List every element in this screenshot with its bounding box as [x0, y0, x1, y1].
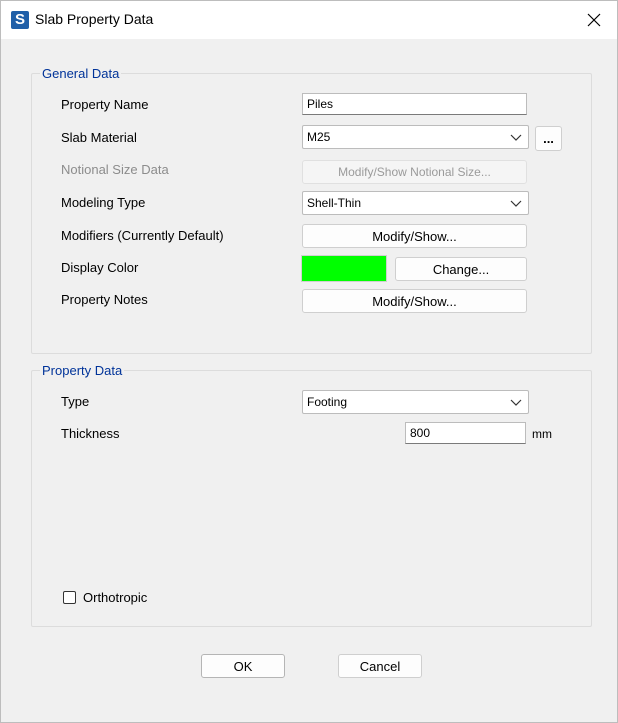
- notional-size-button[interactable]: Modify/Show Notional Size...: [302, 160, 527, 184]
- material-ellipsis-button[interactable]: ...: [535, 126, 562, 151]
- title-bar: S Slab Property Data: [1, 1, 617, 39]
- modifiers-label: Modifiers (Currently Default): [61, 228, 224, 243]
- notional-size-button-label: Modify/Show Notional Size...: [338, 165, 491, 179]
- window-title: Slab Property Data: [35, 11, 154, 27]
- orthotropic-checkbox[interactable]: [63, 591, 76, 604]
- thickness-input[interactable]: [405, 422, 526, 444]
- chevron-down-icon: [510, 134, 522, 141]
- ok-button-label: OK: [233, 658, 253, 674]
- cancel-button[interactable]: Cancel: [338, 654, 422, 678]
- orthotropic-label: Orthotropic: [83, 590, 148, 605]
- close-button[interactable]: [571, 1, 617, 39]
- modifiers-button[interactable]: Modify/Show...: [302, 224, 527, 248]
- general-data-title: General Data: [40, 66, 122, 81]
- ok-button[interactable]: OK: [201, 654, 285, 678]
- property-name-input[interactable]: [302, 93, 527, 115]
- modeling-type-value: Shell-Thin: [307, 196, 362, 210]
- display-color-swatch: [301, 255, 387, 282]
- modifiers-button-label: Modify/Show...: [372, 228, 457, 244]
- modeling-type-label: Modeling Type: [61, 195, 146, 210]
- property-notes-button[interactable]: Modify/Show...: [302, 289, 527, 313]
- app-logo-icon: S: [11, 11, 29, 29]
- thickness-unit: mm: [532, 427, 552, 441]
- type-label: Type: [61, 394, 90, 409]
- cancel-button-label: Cancel: [359, 658, 401, 674]
- change-color-button-label: Change...: [432, 261, 490, 277]
- modeling-type-select[interactable]: Shell-Thin: [302, 191, 529, 215]
- type-value: Footing: [307, 395, 348, 409]
- slab-material-label: Slab Material: [61, 130, 137, 145]
- thickness-label: Thickness: [61, 426, 120, 441]
- slab-material-select[interactable]: M25: [302, 125, 529, 149]
- chevron-down-icon: [510, 399, 522, 406]
- slab-property-dialog: S Slab Property Data General Data Proper…: [0, 0, 618, 723]
- close-icon: [587, 13, 601, 27]
- ellipsis-label: ...: [543, 131, 554, 146]
- property-notes-button-label: Modify/Show...: [372, 293, 457, 309]
- chevron-down-icon: [510, 200, 522, 207]
- notional-size-label: Notional Size Data: [61, 162, 169, 177]
- property-notes-label: Property Notes: [61, 292, 148, 307]
- property-name-label: Property Name: [61, 97, 149, 112]
- display-color-label: Display Color: [61, 260, 139, 275]
- change-color-button[interactable]: Change...: [395, 257, 527, 281]
- property-data-title: Property Data: [40, 363, 125, 378]
- type-select[interactable]: Footing: [302, 390, 529, 414]
- slab-material-value: M25: [307, 130, 331, 144]
